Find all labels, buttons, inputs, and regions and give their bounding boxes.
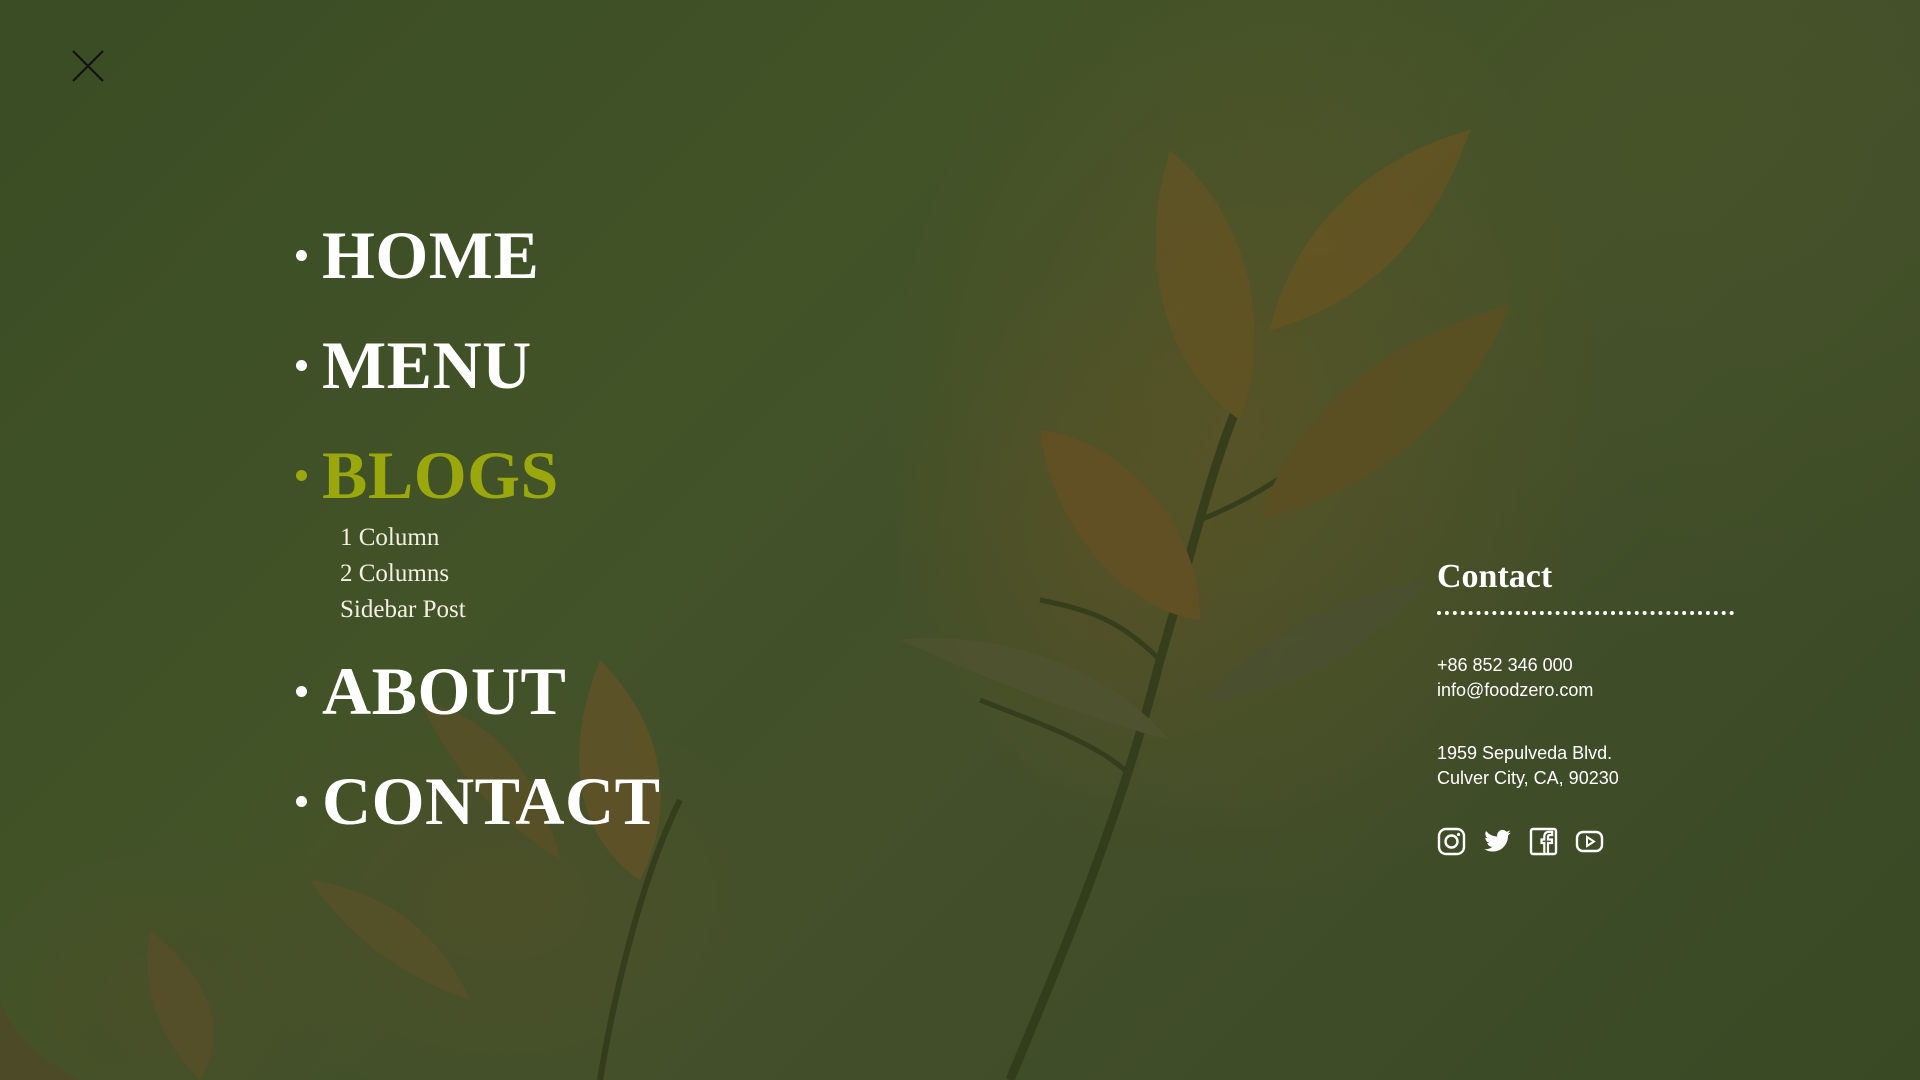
- nav-bullet: [296, 249, 307, 261]
- nav-bullet: [296, 359, 307, 371]
- nav-item-menu[interactable]: MENU: [296, 328, 996, 402]
- youtube-icon: [1575, 830, 1604, 853]
- contact-email[interactable]: info@foodzero.com: [1437, 678, 1737, 703]
- contact-phone[interactable]: +86 852 346 000: [1437, 653, 1737, 678]
- nav-item-about[interactable]: ABOUT: [296, 654, 996, 728]
- nav-label-about: ABOUT: [322, 653, 567, 729]
- main-navigation: HOME MENU BLOGS 1 Column 2 Columns Sideb…: [296, 218, 996, 874]
- close-icon: [72, 50, 104, 82]
- facebook-icon: [1529, 827, 1558, 856]
- contact-title: Contact: [1437, 558, 1553, 595]
- nav-label-blogs: BLOGS: [322, 437, 559, 513]
- nav-label-home: HOME: [322, 217, 540, 293]
- youtube-link[interactable]: [1575, 827, 1604, 856]
- nav-bullet: [296, 469, 307, 481]
- nav-bullet: [296, 795, 307, 807]
- contact-address-line2: Culver City, CA, 90230: [1437, 768, 1619, 788]
- blogs-submenu: 1 Column 2 Columns Sidebar Post: [340, 520, 996, 628]
- nav-bullet: [296, 685, 307, 697]
- nav-item-blogs[interactable]: BLOGS: [296, 438, 996, 512]
- contact-divider: [1437, 611, 1734, 615]
- close-button[interactable]: [70, 48, 106, 84]
- nav-label-contact: CONTACT: [322, 763, 661, 839]
- twitter-link[interactable]: [1483, 827, 1512, 856]
- nav-item-contact[interactable]: CONTACT: [296, 764, 996, 838]
- nav-label-menu: MENU: [322, 327, 532, 403]
- social-links: [1437, 827, 1737, 856]
- contact-panel: Contact +86 852 346 000 info@foodzero.co…: [1437, 555, 1737, 856]
- contact-address-line1: 1959 Sepulveda Blvd.: [1437, 743, 1613, 763]
- submenu-item-1-column[interactable]: 1 Column: [340, 520, 996, 556]
- instagram-link[interactable]: [1437, 827, 1466, 856]
- nav-item-home[interactable]: HOME: [296, 218, 996, 292]
- submenu-item-sidebar-post[interactable]: Sidebar Post: [340, 592, 996, 628]
- facebook-link[interactable]: [1529, 827, 1558, 856]
- submenu-item-2-columns[interactable]: 2 Columns: [340, 556, 996, 592]
- instagram-icon: [1437, 827, 1466, 856]
- twitter-icon: [1484, 829, 1511, 852]
